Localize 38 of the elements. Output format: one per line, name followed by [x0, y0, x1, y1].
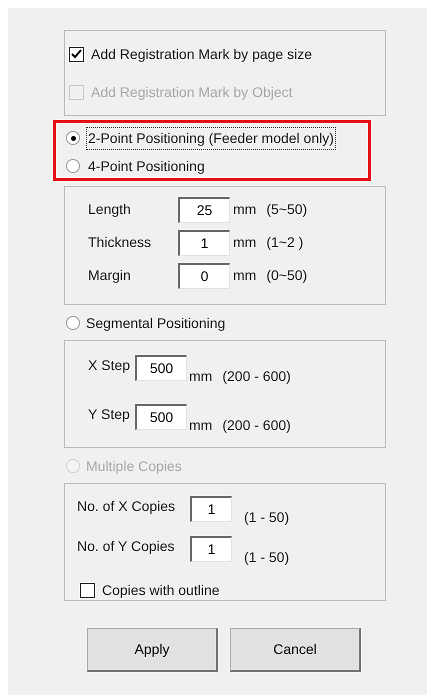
number-field[interactable]: 0	[178, 263, 230, 289]
checkmark-icon	[71, 49, 82, 59]
range-label: (200 - 600)	[222, 416, 291, 435]
dialog-button[interactable]: Cancel	[230, 628, 361, 672]
unit-label: mm	[189, 416, 212, 435]
field-label: X Step	[88, 356, 132, 375]
checkbox[interactable]	[69, 46, 84, 62]
checkbox-label: Add Registration Mark by page size	[91, 44, 312, 64]
field-label: No. of X Copies	[77, 497, 176, 516]
range-label: (1~2 )	[266, 233, 304, 252]
checkbox-label: Copies with outline	[102, 581, 220, 600]
unit-label: mm	[233, 200, 256, 219]
checkbox-label: Add Registration Mark by Object	[91, 82, 293, 102]
range-label: (1 - 50)	[244, 508, 290, 527]
radio-label: 4-Point Positioning	[87, 156, 206, 176]
unit-label: mm	[233, 233, 256, 252]
dialog-button[interactable]: Apply	[87, 628, 218, 672]
range-label: (5~50)	[266, 200, 308, 219]
radio-button[interactable]	[66, 159, 80, 173]
radio-button[interactable]	[66, 131, 80, 145]
field-label: Thickness	[88, 233, 152, 252]
field-label: Length	[88, 200, 132, 219]
range-label: (200 - 600)	[222, 367, 291, 386]
number-field[interactable]: 500	[135, 355, 187, 381]
number-field[interactable]: 1	[178, 230, 230, 256]
radio-button[interactable]	[66, 316, 80, 330]
number-field[interactable]: 500	[135, 404, 187, 430]
radio-label: Segmental Positioning	[86, 314, 226, 333]
unit-label: mm	[189, 367, 212, 386]
field-label: Margin	[88, 266, 132, 285]
radio-label: 2-Point Positioning (Feeder model only)	[86, 126, 336, 150]
field-label: Y Step	[88, 405, 131, 424]
range-label: (0~50)	[266, 266, 308, 285]
number-field[interactable]: 25	[178, 197, 230, 223]
field-label: No. of Y Copies	[77, 537, 176, 556]
range-label: (1 - 50)	[244, 548, 290, 567]
radio-label: Multiple Copies	[86, 456, 182, 476]
unit-label: mm	[233, 266, 256, 285]
